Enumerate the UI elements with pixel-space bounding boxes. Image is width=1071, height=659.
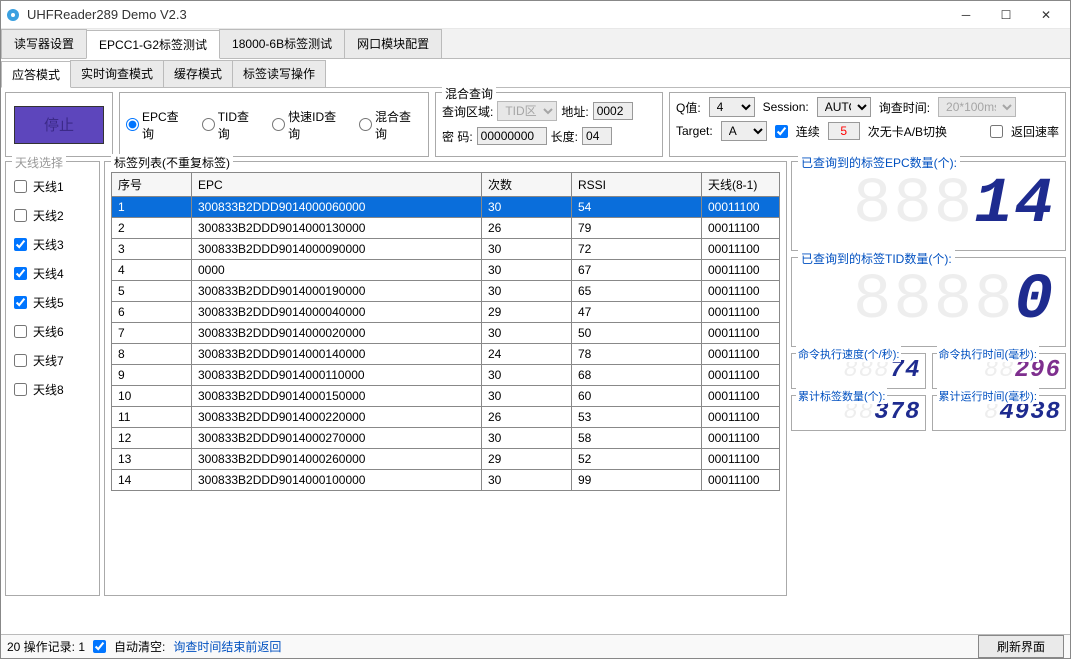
- stop-button[interactable]: 停止: [14, 106, 104, 144]
- interval-select[interactable]: 20*100ms: [938, 97, 1016, 117]
- antenna-legend: 天线选择: [12, 154, 66, 171]
- stats-panel: 已查询到的标签EPC数量(个): 88814 已查询到的标签TID数量(个): …: [791, 161, 1066, 596]
- main-tab-1[interactable]: EPCC1-G2标签测试: [86, 30, 220, 59]
- tag-table[interactable]: 序号EPC次数RSSI天线(8-1) 1300833B2DDD901400006…: [111, 172, 780, 491]
- table-row[interactable]: 9300833B2DDD9014000110000306800011100: [112, 365, 780, 386]
- table-row[interactable]: 11300833B2DDD9014000220000265300011100: [112, 407, 780, 428]
- returnrate-checkbox[interactable]: [990, 125, 1003, 138]
- main-tab-2[interactable]: 18000-6B标签测试: [219, 29, 345, 58]
- switch-label: 次无卡A/B切换: [868, 123, 947, 140]
- antenna-6[interactable]: 天线6: [14, 323, 91, 340]
- pwd-label: 密 码:: [442, 128, 473, 145]
- main-tab-3[interactable]: 网口模块配置: [344, 29, 442, 58]
- window-title: UHFReader289 Demo V2.3: [27, 7, 946, 22]
- query-radio-3[interactable]: 混合查询: [359, 108, 422, 142]
- antenna-3[interactable]: 天线3: [14, 236, 91, 253]
- close-button[interactable]: ✕: [1026, 1, 1066, 29]
- table-row[interactable]: 5300833B2DDD9014000190000306500011100: [112, 281, 780, 302]
- sub-tab-0[interactable]: 应答模式: [1, 61, 71, 88]
- speed-label: 命令执行速度(个/秒):: [796, 346, 901, 362]
- target-label: Target:: [676, 124, 713, 138]
- query-radio-0[interactable]: EPC查询: [126, 108, 190, 142]
- addr-label: 地址:: [561, 103, 588, 120]
- table-header[interactable]: 序号: [112, 173, 192, 197]
- table-row[interactable]: 13300833B2DDD9014000260000295200011100: [112, 449, 780, 470]
- interval-label: 询查时间:: [879, 99, 930, 116]
- query-radio-2[interactable]: 快速ID查询: [272, 108, 347, 142]
- runtime-label: 累计运行时间(毫秒):: [937, 388, 1039, 404]
- area-select[interactable]: TID区: [497, 101, 557, 121]
- table-row[interactable]: 12300833B2DDD9014000270000305800011100: [112, 428, 780, 449]
- table-row[interactable]: 10300833B2DDD9014000150000306000011100: [112, 386, 780, 407]
- session-label: Session:: [763, 100, 809, 114]
- params-group: Q值: 4 Session: AUTO 询查时间: 20*100ms Targe…: [669, 92, 1066, 157]
- mixed-legend: 混合查询: [442, 85, 496, 102]
- epc-count-display: 88814: [798, 166, 1059, 244]
- antenna-7[interactable]: 天线7: [14, 352, 91, 369]
- session-select[interactable]: AUTO: [817, 97, 871, 117]
- continuous-count[interactable]: [828, 122, 860, 140]
- sub-tab-1[interactable]: 实时询查模式: [70, 60, 164, 87]
- returnrate-label: 返回速率: [1011, 123, 1059, 140]
- table-row[interactable]: 40000306700011100: [112, 260, 780, 281]
- total-label: 累计标签数量(个):: [796, 388, 887, 404]
- table-row[interactable]: 2300833B2DDD9014000130000267900011100: [112, 218, 780, 239]
- addr-input[interactable]: [593, 102, 633, 120]
- pwd-input[interactable]: [477, 127, 547, 145]
- table-header[interactable]: 天线(8-1): [702, 173, 780, 197]
- status-bar: 20 操作记录: 1 自动清空: 询查时间结束前返回 刷新界面: [1, 634, 1070, 658]
- q-label: Q值:: [676, 99, 701, 116]
- table-legend: 标签列表(不重复标签): [111, 154, 233, 171]
- tid-count-display: 88880: [798, 262, 1059, 340]
- table-header[interactable]: 次数: [482, 173, 572, 197]
- antenna-2[interactable]: 天线2: [14, 207, 91, 224]
- table-row[interactable]: 8300833B2DDD9014000140000247800011100: [112, 344, 780, 365]
- antenna-4[interactable]: 天线4: [14, 265, 91, 282]
- antenna-8[interactable]: 天线8: [14, 381, 91, 398]
- mixed-query-group: 混合查询 查询区域: TID区 地址: 密 码: 长度:: [435, 92, 663, 157]
- autoclear-label: 自动清空:: [114, 638, 165, 655]
- app-icon: [5, 7, 21, 23]
- table-header[interactable]: EPC: [192, 173, 482, 197]
- epc-count-label: 已查询到的标签EPC数量(个):: [798, 154, 960, 171]
- continuous-label: 连续: [796, 123, 820, 140]
- tag-table-panel: 标签列表(不重复标签) 序号EPC次数RSSI天线(8-1) 1300833B2…: [104, 161, 787, 596]
- autoclear-checkbox[interactable]: [93, 640, 106, 653]
- antenna-1[interactable]: 天线1: [14, 178, 91, 195]
- table-header[interactable]: RSSI: [572, 173, 702, 197]
- maximize-button[interactable]: ☐: [986, 1, 1026, 29]
- oplog-prefix: 20 操作记录: 1: [7, 638, 85, 655]
- antenna-5[interactable]: 天线5: [14, 294, 91, 311]
- target-select[interactable]: A: [721, 121, 767, 141]
- table-row[interactable]: 6300833B2DDD9014000040000294700011100: [112, 302, 780, 323]
- main-tab-0[interactable]: 读写器设置: [1, 29, 87, 58]
- q-select[interactable]: 4: [709, 97, 755, 117]
- stop-box: 停止: [5, 92, 113, 157]
- sub-tabs: 应答模式实时询查模式缓存模式标签读写操作: [1, 59, 1070, 88]
- refresh-button[interactable]: 刷新界面: [978, 635, 1064, 658]
- main-tabs: 读写器设置EPCC1-G2标签测试18000-6B标签测试网口模块配置: [1, 29, 1070, 59]
- titlebar: UHFReader289 Demo V2.3 ─ ☐ ✕: [1, 1, 1070, 29]
- area-label: 查询区域:: [442, 103, 493, 120]
- table-row[interactable]: 3300833B2DDD9014000090000307200011100: [112, 239, 780, 260]
- table-row[interactable]: 7300833B2DDD9014000020000305000011100: [112, 323, 780, 344]
- minimize-button[interactable]: ─: [946, 1, 986, 29]
- sub-tab-2[interactable]: 缓存模式: [163, 60, 233, 87]
- query-mode-group: EPC查询 TID查询快速ID查询混合查询: [119, 92, 429, 157]
- query-radio-1[interactable]: TID查询: [202, 108, 260, 142]
- table-row[interactable]: 1300833B2DDD9014000060000305400011100: [112, 197, 780, 218]
- tid-count-label: 已查询到的标签TID数量(个):: [798, 250, 955, 267]
- len-input[interactable]: [582, 127, 612, 145]
- status-message: 询查时间结束前返回: [173, 638, 281, 655]
- continuous-checkbox[interactable]: [775, 125, 788, 138]
- antenna-panel: 天线选择 天线1天线2天线3天线4天线5天线6天线7天线8: [5, 161, 100, 596]
- sub-tab-3[interactable]: 标签读写操作: [232, 60, 326, 87]
- table-row[interactable]: 14300833B2DDD9014000100000309900011100: [112, 470, 780, 491]
- len-label: 长度:: [551, 128, 578, 145]
- time-label: 命令执行时间(毫秒):: [937, 346, 1039, 362]
